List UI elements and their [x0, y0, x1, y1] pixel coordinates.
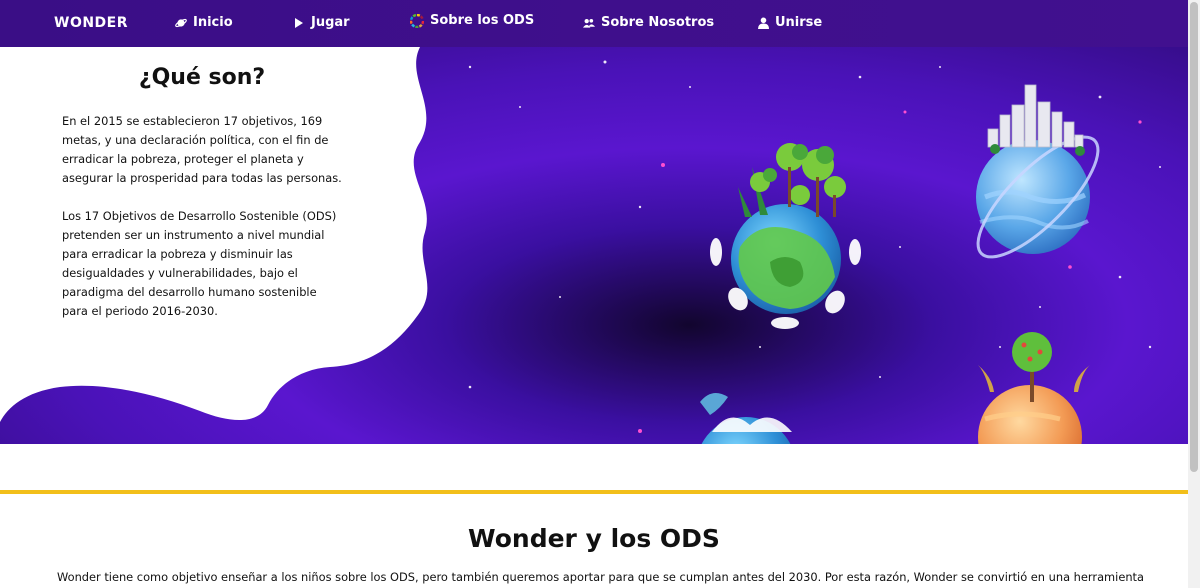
top-navbar: WONDER Inicio Jugar Sobre los ODS Sobre … — [0, 0, 1188, 47]
nav-item-unirse[interactable]: Unirse — [757, 15, 822, 30]
scrollbar-thumb[interactable] — [1190, 2, 1198, 472]
user-icon — [757, 17, 769, 29]
nav-label: Unirse — [775, 15, 823, 30]
nav-label: Jugar — [311, 15, 350, 30]
hero-paragraph: En el 2015 se establecieron 17 objetivos… — [62, 114, 342, 185]
nav-item-sobre-nosotros[interactable]: Sobre Nosotros — [583, 15, 714, 30]
hero-paragraph: Los 17 Objetivos de Desarrollo Sostenibl… — [62, 209, 337, 318]
nav-item-inicio[interactable]: Inicio — [175, 15, 233, 30]
section-paragraph: Wonder tiene como objetivo enseñar a los… — [57, 570, 1144, 584]
tree-planet — [978, 332, 1090, 444]
scrollbar[interactable] — [1188, 0, 1200, 588]
nav-label: Sobre los ODS — [430, 13, 535, 28]
group-icon — [583, 17, 595, 29]
section-divider — [0, 490, 1188, 494]
hero-section: ¿Qué son? En el 2015 se establecieron 17… — [0, 47, 1188, 444]
nav-label: Inicio — [193, 15, 233, 30]
nav-item-jugar[interactable]: Jugar — [293, 15, 350, 30]
city-planet — [976, 84, 1100, 259]
section-title: Wonder y los ODS — [468, 524, 720, 553]
nav-item-sobre-ods[interactable]: Sobre los ODS — [410, 13, 534, 28]
ocean-planet — [700, 393, 792, 444]
brand-logo[interactable]: WONDER — [54, 15, 128, 31]
ods-wheel-icon — [410, 13, 424, 28]
planet-icon — [175, 17, 187, 29]
nav-label: Sobre Nosotros — [601, 15, 715, 30]
play-icon — [293, 17, 305, 29]
hero-title: ¿Qué son? — [138, 65, 266, 90]
earth-planet — [710, 143, 861, 329]
hero-text-block: ¿Qué son? En el 2015 se establecieron 17… — [62, 65, 342, 340]
